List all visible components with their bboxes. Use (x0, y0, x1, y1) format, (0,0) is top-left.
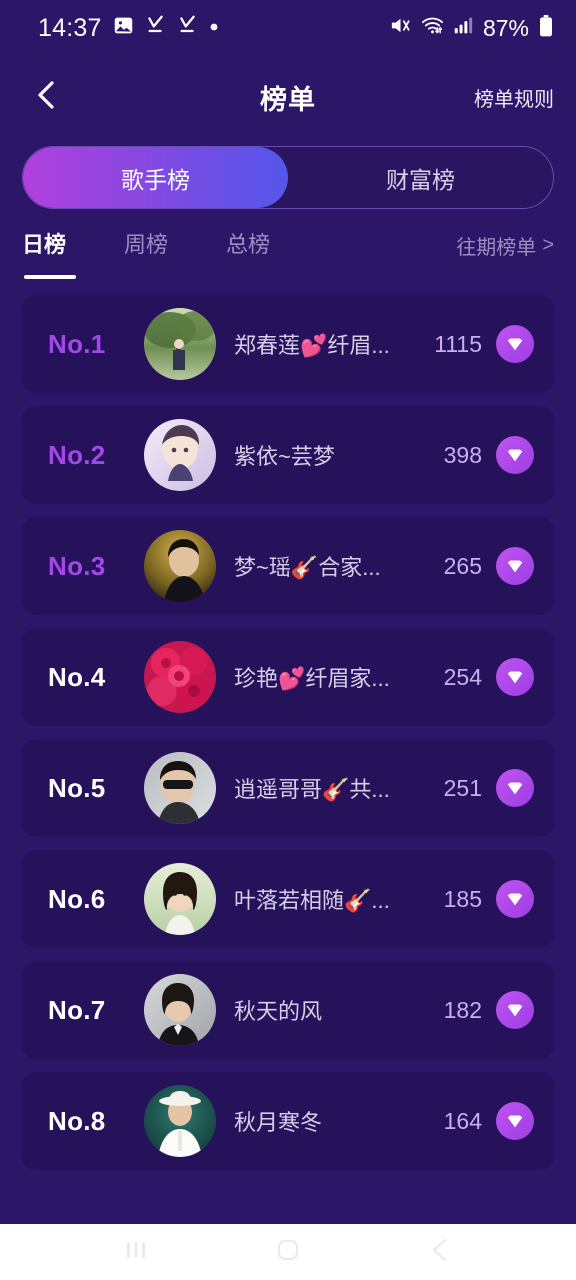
score-value: 251 (443, 774, 482, 801)
gem-icon[interactable] (496, 325, 534, 363)
score-value: 182 (443, 996, 482, 1023)
ranking-list[interactable]: No.1 郑春莲💕纤眉... 1115 No.2 紫依~芸梦 398 No.3 梦~瑶🎸合家.… (0, 281, 576, 1224)
ranking-row[interactable]: No.4 珍艳💕纤眉家... 254 (22, 628, 554, 726)
tab-total[interactable]: 总榜 (226, 227, 270, 263)
avatar[interactable] (144, 752, 216, 824)
battery-icon (538, 14, 554, 42)
wifi-6-icon (421, 14, 444, 42)
gem-icon[interactable] (496, 436, 534, 474)
gem-icon[interactable] (496, 1102, 534, 1140)
avatar[interactable] (144, 1085, 216, 1157)
ranking-row[interactable]: No.6 叶落若相随🎸... 185 (22, 850, 554, 948)
chevron-left-icon (33, 80, 59, 115)
status-bar-left: 14:37 (38, 14, 219, 43)
ranking-row[interactable]: No.3 梦~瑶🎸合家... 265 (22, 517, 554, 615)
recents-button[interactable] (106, 1232, 166, 1272)
back-icon (426, 1236, 454, 1269)
segmented-control: 歌手榜 财富榜 (22, 146, 554, 209)
rank-label: No.1 (48, 328, 106, 359)
gem-icon[interactable] (496, 769, 534, 807)
user-name: 紫依~芸梦 (234, 444, 335, 469)
ranking-rules-link[interactable]: 榜单规则 (474, 83, 554, 112)
score-value: 265 (443, 552, 482, 579)
ranking-row[interactable]: No.2 紫依~芸梦 398 (22, 406, 554, 504)
user-name: 珍艳💕纤眉家... (234, 666, 390, 691)
home-icon (274, 1236, 302, 1269)
battery-percent: 87% (482, 14, 529, 41)
past-rankings-link[interactable]: 往期榜单 > (456, 231, 554, 260)
past-rankings-label: 往期榜单 (456, 236, 537, 259)
gem-icon[interactable] (496, 991, 534, 1029)
rank-label: No.2 (48, 439, 106, 470)
score-value: 1115 (434, 330, 482, 357)
ranking-row[interactable]: No.8 秋月寒冬 164 (22, 1072, 554, 1170)
rank-label: No.5 (48, 772, 106, 803)
score-value: 185 (443, 885, 482, 912)
score-value: 164 (443, 1107, 482, 1134)
dot-icon (209, 19, 219, 37)
user-name: 秋月寒冬 (234, 1110, 323, 1135)
rank-label: No.7 (48, 994, 106, 1025)
score-value: 254 (443, 663, 482, 690)
rank-label: No.8 (48, 1105, 106, 1136)
user-name: 郑春莲💕纤眉... (234, 333, 390, 358)
tab-weekly[interactable]: 周榜 (124, 227, 168, 263)
gem-icon[interactable] (496, 880, 534, 918)
avatar[interactable] (144, 419, 216, 491)
status-time: 14:37 (38, 13, 102, 42)
app-header: 榜单 榜单规则 (0, 56, 576, 138)
avatar[interactable] (144, 308, 216, 380)
rank-label: No.4 (48, 661, 106, 692)
segmented-control-wrapper: 歌手榜 财富榜 (0, 138, 576, 209)
ranking-row[interactable]: No.1 郑春莲💕纤眉... 1115 (22, 295, 554, 393)
status-bar-right: 87% (389, 14, 554, 42)
gallery-icon (113, 15, 134, 41)
gem-icon[interactable] (496, 658, 534, 696)
back-nav-button[interactable] (410, 1232, 470, 1272)
tab-daily[interactable]: 日榜 (22, 227, 77, 279)
segment-singer-ranking[interactable]: 歌手榜 (23, 147, 288, 208)
period-tabs: 日榜 周榜 总榜 往期榜单 > (0, 209, 576, 281)
status-bar: 14:37 87% (0, 0, 576, 56)
avatar[interactable] (144, 863, 216, 935)
segment-wealth-ranking[interactable]: 财富榜 (288, 147, 553, 208)
home-button[interactable] (258, 1232, 318, 1272)
avatar[interactable] (144, 641, 216, 713)
recents-icon (122, 1236, 150, 1269)
chevron-right-icon: > (542, 233, 554, 256)
user-name: 叶落若相随🎸... (234, 888, 390, 913)
avatar[interactable] (144, 974, 216, 1046)
user-name: 梦~瑶🎸合家... (234, 555, 381, 580)
user-name: 秋天的风 (234, 999, 323, 1024)
android-nav-bar (0, 1224, 576, 1280)
app-screen: 14:37 87% 榜单 榜单规则 歌手榜 财富榜 日榜 周榜 总榜 往期榜单 … (0, 0, 576, 1280)
download-complete-icon (145, 15, 166, 41)
avatar[interactable] (144, 530, 216, 602)
ranking-row[interactable]: No.5 逍遥哥哥🎸共... 251 (22, 739, 554, 837)
back-button[interactable] (24, 75, 68, 119)
score-value: 398 (443, 441, 482, 468)
gem-icon[interactable] (496, 547, 534, 585)
ranking-row[interactable]: No.7 秋天的风 182 (22, 961, 554, 1059)
rank-label: No.6 (48, 883, 106, 914)
mute-icon (389, 14, 412, 42)
download-complete-icon (177, 15, 198, 41)
signal-bars-icon (453, 15, 474, 41)
rank-label: No.3 (48, 550, 106, 581)
user-name: 逍遥哥哥🎸共... (234, 777, 390, 802)
